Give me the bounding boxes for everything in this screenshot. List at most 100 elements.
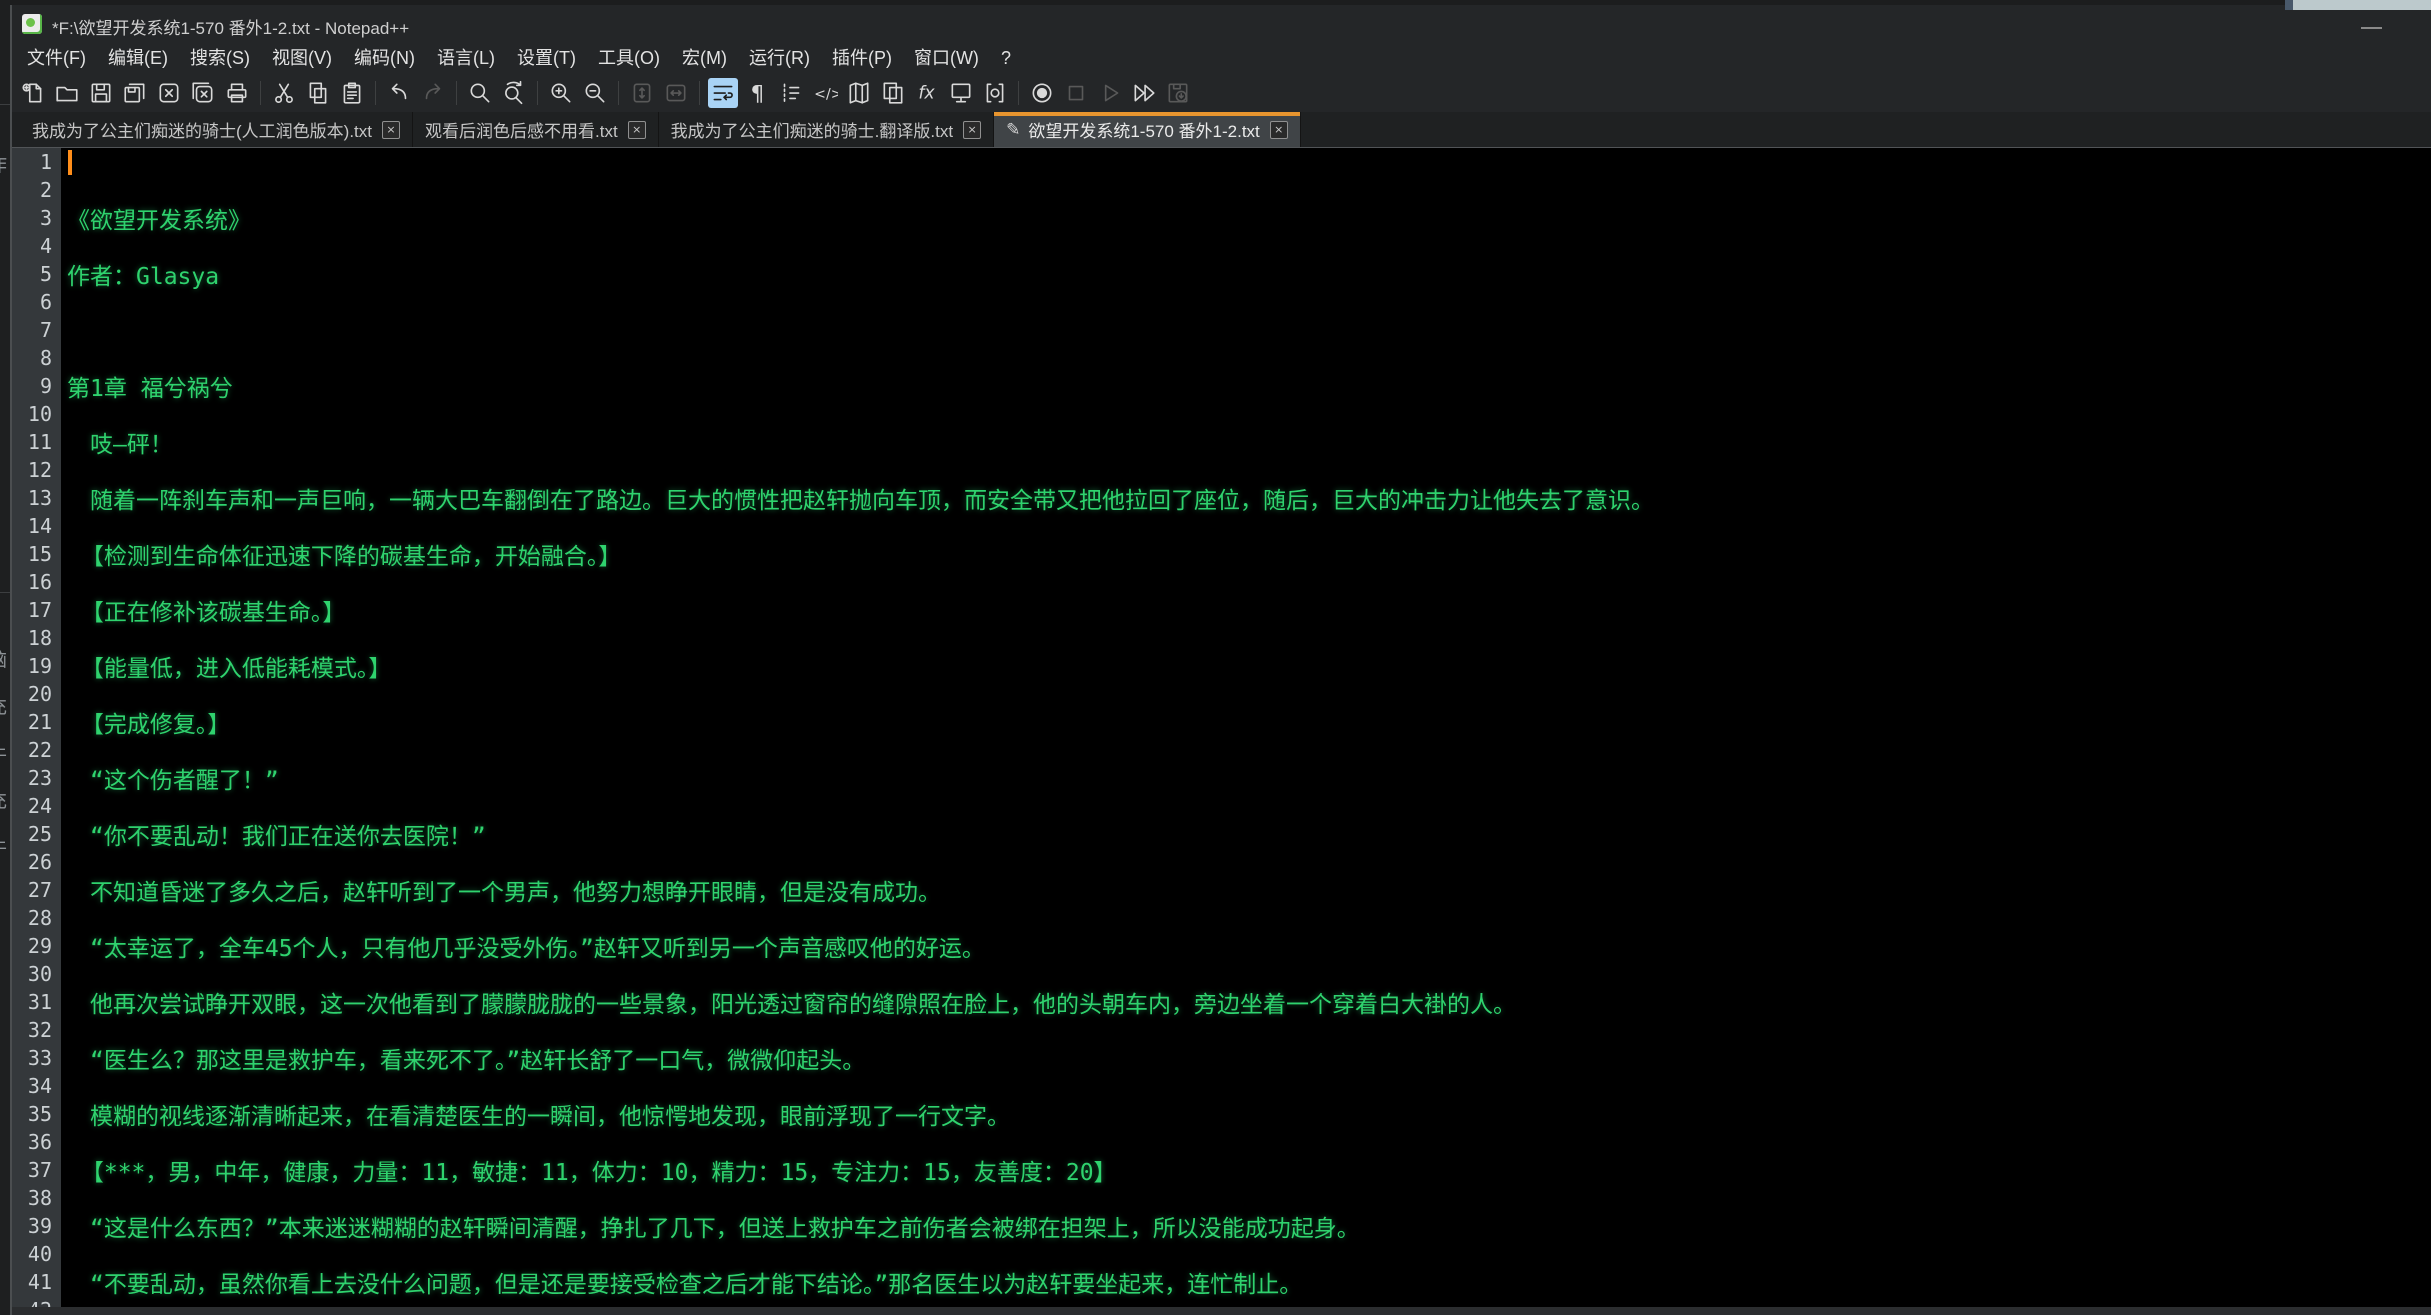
svg-text:fx: fx (918, 83, 935, 103)
open-icon[interactable] (52, 78, 82, 108)
undo-icon[interactable] (384, 78, 414, 108)
editor-line[interactable]: 22 (12, 736, 2431, 764)
background-window-divider (0, 104, 10, 105)
menu-item-10[interactable]: 插件(P) (821, 43, 903, 74)
editor-line[interactable]: 36 (12, 1128, 2431, 1156)
menu-item-9[interactable]: 运行(R) (738, 43, 821, 74)
editor-line[interactable]: 19 【能量低，进入低能耗模式。】 (12, 652, 2431, 680)
editor-line[interactable]: 10 (12, 400, 2431, 428)
menu-item-4[interactable]: 编码(N) (343, 43, 426, 74)
editor-line[interactable]: 27 不知道昏迷了多久之后，赵轩听到了一个男声，他努力想睁开眼睛，但是没有成功。 (12, 876, 2431, 904)
editor-line[interactable]: 18 (12, 624, 2431, 652)
menu-item-11[interactable]: 窗口(W) (903, 43, 990, 74)
tab-close-icon[interactable]: × (963, 121, 981, 139)
editor-line[interactable]: 31 他再次尝试睁开双眼，这一次他看到了朦朦胧胧的一些景象，阳光透过窗帘的缝隙照… (12, 988, 2431, 1016)
macro-record-icon[interactable] (1027, 78, 1057, 108)
editor-line[interactable]: 24 (12, 792, 2431, 820)
paste-icon[interactable] (337, 78, 367, 108)
editor[interactable]: 123《欲望开发系统》45作者：Glasya6789第1章 福兮祸兮1011 吱… (12, 148, 2431, 1315)
window-title: *F:\欲望开发系统1-570 番外1-2.txt - Notepad++ (52, 14, 409, 39)
function-list-icon[interactable]: fx (912, 78, 942, 108)
show-all-characters-icon[interactable]: ¶ (742, 78, 772, 108)
editor-line[interactable]: 1 (12, 148, 2431, 176)
tab-2[interactable]: 我成为了公主们痴迷的骑士.翻译版.txt× (659, 112, 994, 147)
monitoring-icon[interactable] (946, 78, 976, 108)
sync-scroll-vertical-icon (627, 78, 657, 108)
menu-item-3[interactable]: 视图(V) (261, 43, 343, 74)
menu-item-0[interactable]: 文件(F) (16, 43, 97, 74)
tab-close-icon[interactable]: × (1270, 121, 1288, 139)
editor-line[interactable]: 5作者：Glasya (12, 260, 2431, 288)
editor-line[interactable]: 2 (12, 176, 2431, 204)
editor-line[interactable]: 11 吱—砰！ (12, 428, 2431, 456)
toolbar: ¶ </> fx (18, 74, 2431, 112)
menu-item-8[interactable]: 宏(M) (671, 43, 738, 74)
tab-close-icon[interactable]: × (628, 121, 646, 139)
replace-icon[interactable] (499, 78, 529, 108)
tab-3[interactable]: ✎欲望开发系统1-570 番外1-2.txt× (994, 112, 1301, 147)
editor-line[interactable]: 9第1章 福兮祸兮 (12, 372, 2431, 400)
menu-item-2[interactable]: 搜索(S) (179, 43, 261, 74)
menu-item-7[interactable]: 工具(O) (587, 43, 671, 74)
editor-line[interactable]: 41 “不要乱动，虽然你看上去没什么问题，但是还是要接受检查之后才能下结论。”那… (12, 1268, 2431, 1296)
editor-line[interactable]: 6 (12, 288, 2431, 316)
editor-line[interactable]: 12 (12, 456, 2431, 484)
zoom-out-icon[interactable] (580, 78, 610, 108)
editor-line[interactable]: 17 【正在修补该碳基生命。】 (12, 596, 2431, 624)
editor-line[interactable]: 8 (12, 344, 2431, 372)
copy-icon[interactable] (303, 78, 333, 108)
print-icon[interactable] (222, 78, 252, 108)
editor-line[interactable]: 14 (12, 512, 2431, 540)
macro-run-multiple-icon[interactable] (1129, 78, 1159, 108)
word-wrap-icon[interactable] (708, 78, 738, 108)
editor-line[interactable]: 26 (12, 848, 2431, 876)
editor-line[interactable]: 35 模糊的视线逐渐清晰起来，在看清楚医生的一瞬间，他惊愕地发现，眼前浮现了一行… (12, 1100, 2431, 1128)
define-language-icon[interactable]: </> (810, 78, 840, 108)
cut-icon[interactable] (269, 78, 299, 108)
save-icon[interactable] (86, 78, 116, 108)
editor-line[interactable]: 40 (12, 1240, 2431, 1268)
editor-line[interactable]: 37 【***，男，中年，健康，力量：11，敏捷：11，体力：10，精力：15，… (12, 1156, 2431, 1184)
tab-1[interactable]: 观看后润色后感不用看.txt× (413, 112, 659, 147)
document-map-icon[interactable] (844, 78, 874, 108)
editor-line[interactable]: 33 “医生么？那这里是救护车，看来死不了。”赵轩长舒了一口气，微微仰起头。 (12, 1044, 2431, 1072)
close-all-icon[interactable] (188, 78, 218, 108)
tab-0[interactable]: 我成为了公主们痴迷的骑士(人工润色版本).txt× (20, 112, 413, 147)
menu-item-5[interactable]: 语言(L) (426, 43, 506, 74)
tab-close-icon[interactable]: × (382, 121, 400, 139)
menu-item-12[interactable]: ? (990, 43, 1022, 74)
document-list-icon[interactable] (878, 78, 908, 108)
new-file-icon[interactable] (18, 78, 48, 108)
editor-line[interactable]: 15 【检测到生命体征迅速下降的碳基生命，开始融合。】 (12, 540, 2431, 568)
distraction-free-icon[interactable] (980, 78, 1010, 108)
menu-item-6[interactable]: 设置(T) (506, 43, 587, 74)
editor-line[interactable]: 38 (12, 1184, 2431, 1212)
editor-line[interactable]: 7 (12, 316, 2431, 344)
editor-line[interactable]: 25 “你不要乱动！我们正在送你去医院！” (12, 820, 2431, 848)
minimize-button[interactable] (2358, 19, 2386, 35)
editor-line[interactable]: 21 【完成修复。】 (12, 708, 2431, 736)
close-icon[interactable] (154, 78, 184, 108)
zoom-in-icon[interactable] (546, 78, 576, 108)
line-text: 第1章 福兮祸兮 (61, 372, 233, 400)
line-number: 14 (12, 512, 61, 540)
line-number: 6 (12, 288, 61, 316)
editor-line[interactable]: 28 (12, 904, 2431, 932)
editor-line[interactable]: 4 (12, 232, 2431, 260)
save-all-icon[interactable] (120, 78, 150, 108)
menu-item-1[interactable]: 编辑(E) (97, 43, 179, 74)
editor-line[interactable]: 29 “太幸运了，全车45个人，只有他几乎没受外伤。”赵轩又听到另一个声音感叹他… (12, 932, 2431, 960)
editor-line[interactable]: 20 (12, 680, 2431, 708)
editor-line[interactable]: 23 “这个伤者醒了！” (12, 764, 2431, 792)
editor-line[interactable]: 39 “这是什么东西？”本来迷迷糊糊的赵轩瞬间清醒，挣扎了几下，但送上救护车之前… (12, 1212, 2431, 1240)
find-icon[interactable] (465, 78, 495, 108)
editor-line[interactable]: 16 (12, 568, 2431, 596)
editor-line[interactable]: 3《欲望开发系统》 (12, 204, 2431, 232)
editor-line[interactable]: 32 (12, 1016, 2431, 1044)
editor-line[interactable]: 30 (12, 960, 2431, 988)
show-indent-guide-icon[interactable] (776, 78, 806, 108)
desktop: 作脑充牛充牛 *F:\欲望开发系统1-570 番外1-2.txt - Notep… (0, 0, 2431, 1315)
editor-line[interactable]: 13 随着一阵刹车声和一声巨响，一辆大巴车翻倒在了路边。巨大的惯性把赵轩抛向车顶… (12, 484, 2431, 512)
editor-line[interactable]: 34 (12, 1072, 2431, 1100)
title-bar[interactable]: *F:\欲望开发系统1-570 番外1-2.txt - Notepad++ (12, 5, 2431, 43)
